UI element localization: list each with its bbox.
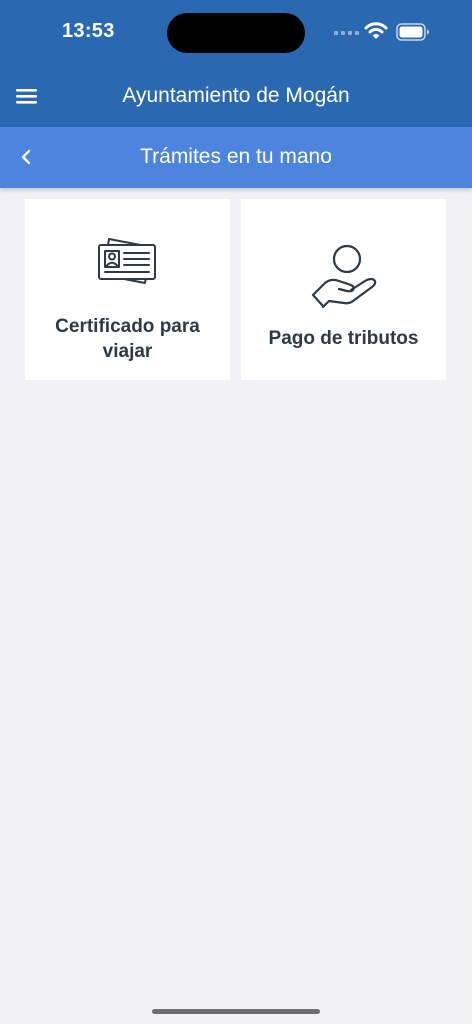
wifi-icon — [364, 22, 388, 39]
dynamic-island — [167, 13, 305, 53]
section-title: Trámites en tu mano — [140, 145, 332, 168]
status-time: 13:53 — [62, 20, 115, 42]
certificado-viajar-card[interactable]: Certificado para viajar — [25, 199, 230, 380]
card-label: Pago de tributos — [268, 328, 419, 349]
status-bar: 13:53 — [0, 0, 472, 66]
app-bar: Ayuntamiento de Mogán — [0, 66, 472, 127]
card-label: Certificado para viajar — [55, 316, 200, 362]
id-card-icon — [97, 238, 156, 284]
pago-tributos-card[interactable]: Pago de tributos — [241, 199, 446, 380]
cellular-signal-icon — [334, 31, 359, 35]
home-indicator[interactable] — [152, 1009, 320, 1014]
battery-icon — [396, 23, 429, 41]
hand-coin-icon — [311, 244, 376, 309]
app-title: Ayuntamiento de Mogán — [122, 84, 350, 107]
section-header: Trámites en tu mano — [0, 127, 472, 188]
